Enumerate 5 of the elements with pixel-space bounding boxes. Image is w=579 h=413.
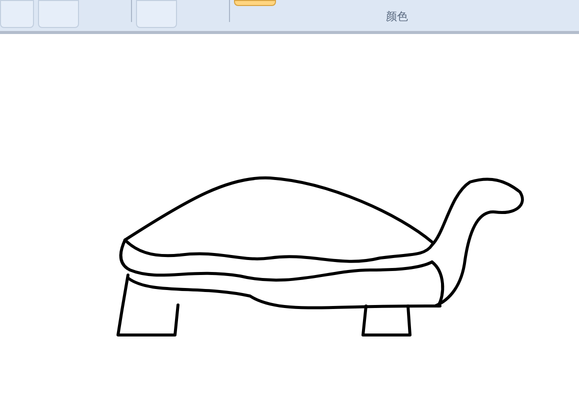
color-button[interactable]	[234, 0, 276, 6]
group-label: 颜色	[386, 12, 408, 23]
ribbon-button[interactable]	[38, 0, 79, 28]
ribbon-button[interactable]	[136, 0, 177, 28]
ribbon-button[interactable]	[0, 0, 34, 28]
